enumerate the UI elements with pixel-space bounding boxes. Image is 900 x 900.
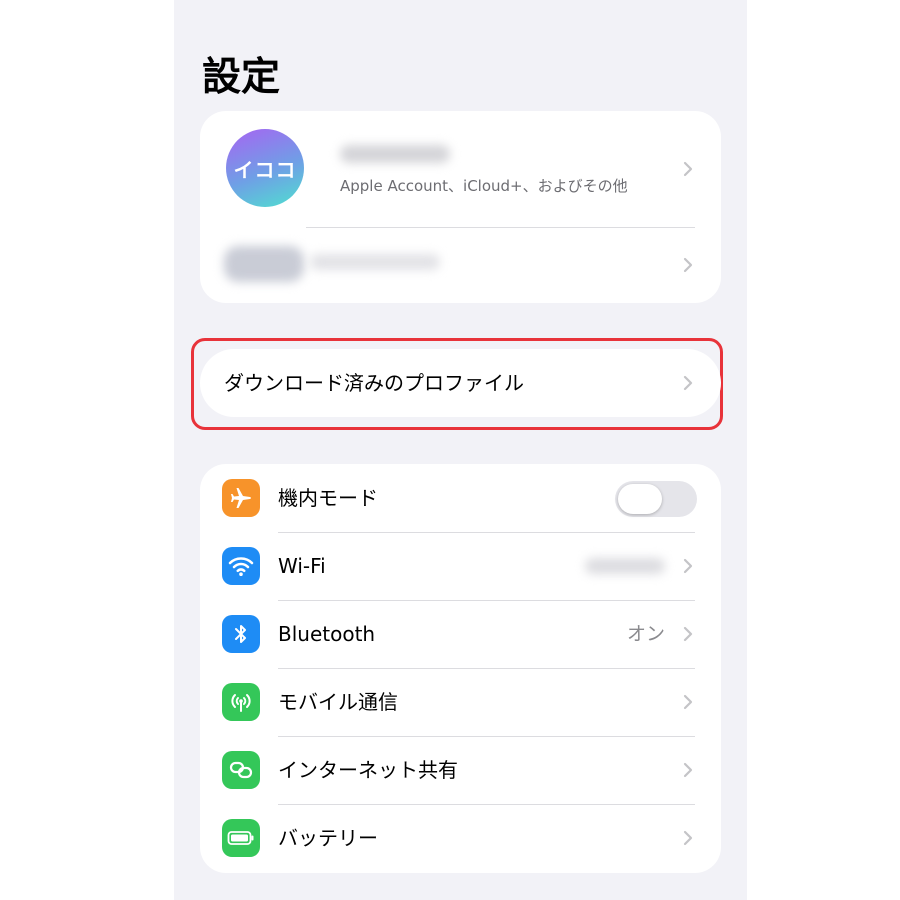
family-text-blurred [310, 254, 440, 270]
personal-hotspot-row[interactable]: インターネット共有 [200, 736, 721, 804]
airplane-mode-toggle[interactable] [615, 481, 697, 517]
account-card: イココ Apple Account、iCloud+、およびその他 [200, 111, 721, 303]
link-icon [222, 751, 260, 789]
wifi-label: Wi-Fi [278, 554, 326, 578]
chevron-right-icon [681, 762, 695, 778]
toggle-knob [618, 484, 662, 514]
wifi-row[interactable]: Wi-Fi [200, 532, 721, 600]
settings-list: 機内モード Wi-Fi Bluetooth オン モバイル通信 インターネット共… [200, 464, 721, 873]
chevron-right-icon [681, 257, 695, 273]
airplane-icon [222, 479, 260, 517]
family-row[interactable] [200, 228, 721, 303]
account-name-blurred [340, 145, 450, 163]
mobile-data-label: モバイル通信 [278, 690, 398, 714]
chevron-right-icon [681, 626, 695, 642]
avatar: イココ [226, 129, 304, 207]
airplane-mode-row[interactable]: 機内モード [200, 464, 721, 532]
downloaded-profile-row[interactable]: ダウンロード済みのプロファイル [200, 349, 721, 417]
family-blurred [224, 246, 304, 282]
bluetooth-status: オン [626, 623, 665, 645]
battery-label: バッテリー [278, 826, 378, 850]
battery-icon [222, 819, 260, 857]
chevron-right-icon [681, 558, 695, 574]
antenna-icon [222, 683, 260, 721]
wifi-icon [222, 547, 260, 585]
bluetooth-row[interactable]: Bluetooth オン [200, 600, 721, 668]
battery-row[interactable]: バッテリー [200, 804, 721, 872]
airplane-mode-label: 機内モード [278, 486, 378, 510]
downloaded-profile-label: ダウンロード済みのプロファイル [224, 371, 524, 395]
account-row[interactable]: イココ Apple Account、iCloud+、およびその他 [200, 111, 721, 227]
avatar-initials: イココ [233, 157, 297, 182]
personal-hotspot-label: インターネット共有 [278, 758, 458, 782]
chevron-right-icon [681, 694, 695, 710]
mobile-data-row[interactable]: モバイル通信 [200, 668, 721, 736]
bluetooth-icon [222, 615, 260, 653]
chevron-right-icon [681, 375, 695, 391]
page-title: 設定 [202, 55, 281, 100]
account-subtitle: Apple Account、iCloud+、およびその他 [340, 177, 628, 195]
settings-screen: 設定 イココ Apple Account、iCloud+、およびその他 ダウンロ… [174, 0, 747, 900]
bluetooth-label: Bluetooth [278, 622, 376, 646]
chevron-right-icon [681, 830, 695, 846]
chevron-right-icon [681, 161, 695, 177]
wifi-network-blurred [585, 558, 665, 574]
